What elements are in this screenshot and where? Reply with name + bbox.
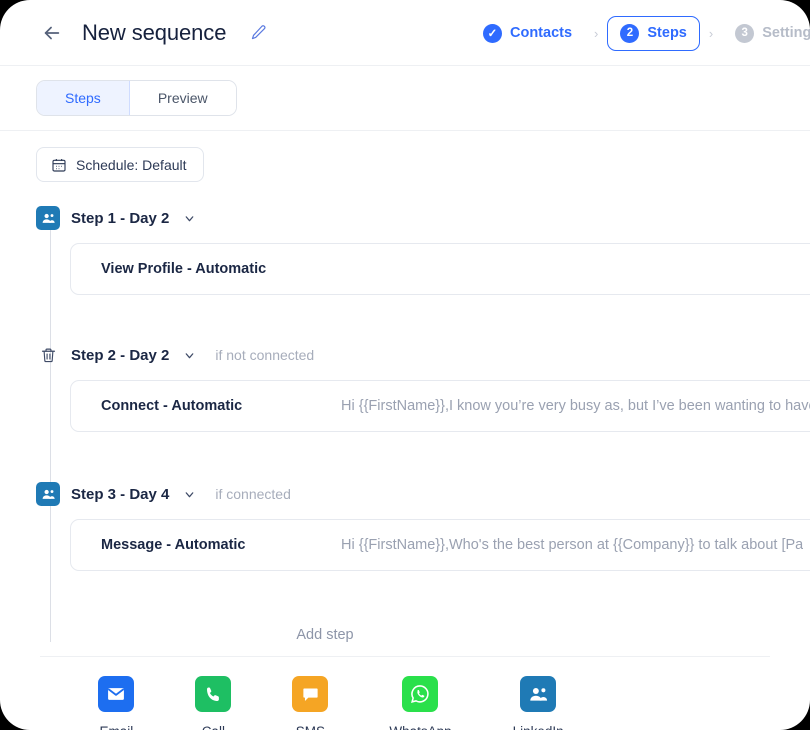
linkedin-icon [36,206,60,230]
channel-call[interactable]: Call [195,676,231,730]
calendar-icon [50,156,67,173]
page-title: New sequence [82,20,226,46]
step-card[interactable]: Message - Automatic Hi {{FirstName}},Who… [70,519,810,571]
schedule-toolbar: Schedule: Default [0,130,810,182]
step-row: Step 3 - Day 4 if connected Message - Au… [36,480,810,571]
arrow-left-icon[interactable] [40,21,64,45]
channel-sms[interactable]: SMS [292,676,328,730]
tab-preview[interactable]: Preview [130,81,236,115]
step-condition: if connected [215,486,291,502]
step-card-preview: Hi {{FirstName}},Who's the best person a… [341,537,803,553]
linkedin-icon [36,482,60,506]
view-segmented-control: Steps Preview [36,80,237,116]
schedule-button-label: Schedule: Default [76,157,187,173]
stepper-badge-contacts: ✓ [483,24,502,43]
step-card-title: View Profile - Automatic [101,261,341,277]
step-condition: if not connected [215,347,314,363]
chevron-down-icon[interactable] [182,487,196,501]
channel-label: WhatsApp [389,724,451,730]
email-icon [98,676,134,712]
channel-whatsapp[interactable]: WhatsApp [389,676,451,730]
step-header: Step 1 - Day 2 [36,204,810,232]
channel-label: SMS [296,724,325,730]
wizard-stepper: ✓ Contacts › 2 Steps › 3 Settings [470,0,810,66]
step-spacer [36,295,810,341]
step-card[interactable]: View Profile - Automatic [70,243,810,295]
step-row: Step 2 - Day 2 if not connected Connect … [36,341,810,432]
page-header: New sequence ✓ Contacts › 2 Steps › 3 Se… [0,0,810,66]
step-header: Step 3 - Day 4 if connected [36,480,810,508]
step-card[interactable]: Connect - Automatic Hi {{FirstName}},I k… [70,380,810,432]
stepper-separator-1: › [587,26,605,41]
step-card-title: Connect - Automatic [101,398,341,414]
step-title: Step 1 - Day 2 [71,210,169,227]
chevron-down-icon[interactable] [182,211,196,225]
stepper-badge-steps: 2 [620,24,639,43]
channel-linkedin[interactable]: LinkedIn [513,676,564,730]
step-title: Step 2 - Day 2 [71,347,169,364]
step-card-preview: Hi {{FirstName}},I know you’re very busy… [341,398,810,414]
stepper-item-settings[interactable]: 3 Settings [722,16,810,51]
sms-icon [292,676,328,712]
tab-steps[interactable]: Steps [37,81,130,115]
stepper-label-settings: Settings [762,25,810,41]
trash-icon[interactable] [36,343,60,367]
bottom-divider [40,656,770,657]
chevron-down-icon[interactable] [182,348,196,362]
pencil-edit-icon[interactable] [248,23,268,43]
stepper-item-contacts[interactable]: ✓ Contacts [470,16,585,51]
phone-icon [195,676,231,712]
channel-label: Email [99,724,133,730]
view-toolbar: Steps Preview [0,66,810,116]
step-title: Step 3 - Day 4 [71,486,169,503]
linkedin-icon [520,676,556,712]
step-spacer [36,432,810,480]
step-header: Step 2 - Day 2 if not connected [36,341,810,369]
whatsapp-icon [402,676,438,712]
step-row: Step 1 - Day 2 View Profile - Automatic [36,204,810,295]
stepper-item-steps[interactable]: 2 Steps [607,16,700,51]
add-step-label[interactable]: Add step [0,627,810,643]
channel-picker: Email Call SMS [0,676,810,730]
header-left-group: New sequence [40,20,268,46]
channel-label: LinkedIn [513,724,564,730]
app-window: New sequence ✓ Contacts › 2 Steps › 3 Se… [0,0,810,730]
channel-email[interactable]: Email [98,676,134,730]
step-card-title: Message - Automatic [101,537,341,553]
stepper-separator-2: › [702,26,720,41]
stepper-label-contacts: Contacts [510,25,572,41]
channel-label: Call [202,724,225,730]
schedule-button[interactable]: Schedule: Default [36,147,204,182]
steps-list: Step 1 - Day 2 View Profile - Automatic [0,204,810,571]
stepper-label-steps: Steps [647,25,687,41]
stepper-badge-settings: 3 [735,24,754,43]
